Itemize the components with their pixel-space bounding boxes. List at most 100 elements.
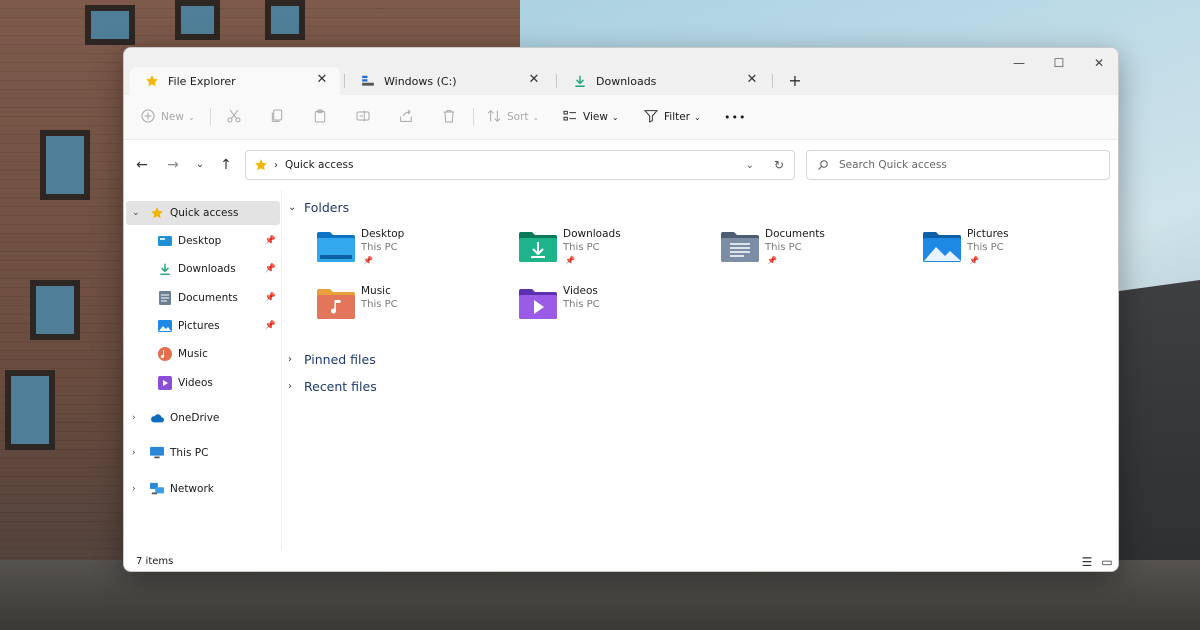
minimize-button[interactable]: — <box>999 52 1039 74</box>
chevron-down-icon: ⌄ <box>532 112 540 122</box>
close-button[interactable]: ✕ <box>1079 52 1118 74</box>
pin-icon[interactable]: 📌 <box>265 264 276 274</box>
desktop-folder-icon <box>317 232 355 262</box>
folder-tile-videos[interactable]: Videos This PC <box>518 285 718 329</box>
section-folders[interactable]: ⌄ Folders <box>288 200 349 215</box>
share-button[interactable] <box>398 106 414 128</box>
sidebar-item-label: Quick access <box>170 207 239 219</box>
star-icon <box>150 206 164 220</box>
pin-icon: 📌 <box>363 256 373 265</box>
rename-button[interactable] <box>355 106 371 128</box>
chevron-down-icon: ⌄ <box>187 112 195 122</box>
pin-icon[interactable]: 📌 <box>265 293 276 303</box>
new-button[interactable]: New ⌄ <box>140 106 195 128</box>
recent-locations-button[interactable]: ⌄ <box>190 155 210 175</box>
folder-tile-pictures[interactable]: Pictures This PC 📌 <box>922 228 1118 272</box>
tab-downloads[interactable]: Downloads ✕ <box>558 67 770 95</box>
sidebar-item-documents[interactable]: Documents 📌 <box>126 286 280 310</box>
chevron-right-icon[interactable]: › <box>132 484 136 494</box>
document-icon <box>158 291 172 305</box>
forward-button[interactable]: → <box>163 155 183 175</box>
filter-icon <box>643 108 659 127</box>
folder-tile-documents[interactable]: Documents This PC 📌 <box>720 228 920 272</box>
section-heading: Pinned files <box>304 352 376 367</box>
close-tab-icon[interactable]: ✕ <box>744 72 760 88</box>
search-input[interactable]: Search Quick access <box>806 150 1110 180</box>
paste-button[interactable] <box>312 106 328 128</box>
folder-location: This PC <box>361 242 398 253</box>
section-heading: Folders <box>304 200 350 215</box>
chevron-down-icon[interactable]: ⌄ <box>132 208 140 218</box>
pin-icon: 📌 <box>969 256 979 265</box>
delete-button[interactable] <box>441 106 457 128</box>
documents-folder-icon <box>721 232 759 262</box>
content-pane: ⌄ Folders Desktop This PC 📌 Downloads Th… <box>282 190 1118 550</box>
new-tab-button[interactable]: + <box>784 70 806 92</box>
sidebar-item-pictures[interactable]: Pictures 📌 <box>126 314 280 338</box>
chevron-down-icon: ⌄ <box>694 112 701 122</box>
background-window <box>5 370 55 450</box>
toolbar-divider <box>210 108 211 126</box>
back-button[interactable]: ← <box>132 155 152 175</box>
chevron-right-icon[interactable]: › <box>132 448 136 458</box>
background-window <box>85 5 135 45</box>
refresh-icon[interactable]: ↻ <box>774 158 784 172</box>
view-button[interactable]: View ⌄ <box>562 106 619 128</box>
copy-button[interactable] <box>269 106 285 128</box>
folder-tile-downloads[interactable]: Downloads This PC 📌 <box>518 228 718 272</box>
tab-divider <box>344 74 345 88</box>
folder-location: This PC <box>563 242 600 253</box>
plus-circle-icon <box>140 108 156 127</box>
close-tab-icon[interactable]: ✕ <box>526 72 542 88</box>
rename-icon <box>355 108 371 127</box>
sidebar-item-label: Network <box>170 483 214 495</box>
sidebar-item-network[interactable]: › Network <box>126 477 280 501</box>
new-label: New <box>161 111 184 123</box>
folder-name: Music <box>361 285 391 297</box>
chevron-right-icon: › <box>288 381 292 392</box>
close-tab-icon[interactable]: ✕ <box>314 72 330 88</box>
pin-icon: 📌 <box>767 256 777 265</box>
folder-location: This PC <box>361 299 398 310</box>
address-bar[interactable]: › Quick access ⌄ ↻ <box>245 150 795 180</box>
up-button[interactable]: ↑ <box>216 155 236 175</box>
pin-icon[interactable]: 📌 <box>265 236 276 246</box>
chevron-down-icon: ⌄ <box>288 202 297 213</box>
sidebar-item-this-pc[interactable]: › This PC <box>126 441 280 465</box>
details-view-button[interactable]: ☰ <box>1078 553 1096 571</box>
sidebar-item-quick-access[interactable]: ⌄ Quick access <box>126 201 280 225</box>
sidebar-item-onedrive[interactable]: › OneDrive <box>126 406 280 430</box>
breadcrumb[interactable]: Quick access <box>285 159 353 171</box>
chevron-down-icon[interactable]: ⌄ <box>746 160 754 171</box>
pin-icon[interactable]: 📌 <box>265 321 276 331</box>
sort-icon <box>486 108 502 127</box>
tab-label: Windows (C:) <box>384 74 457 88</box>
clipboard-icon <box>312 108 328 127</box>
sidebar-item-music[interactable]: Music <box>126 342 280 366</box>
maximize-button[interactable]: ☐ <box>1039 52 1079 74</box>
tab-windows-c[interactable]: Windows (C:) ✕ <box>346 67 552 95</box>
tab-label: File Explorer <box>168 74 236 88</box>
sidebar-item-videos[interactable]: Videos <box>126 371 280 395</box>
filter-button[interactable]: Filter ⌄ <box>643 106 701 128</box>
sort-button[interactable]: Sort ⌄ <box>486 106 539 128</box>
chevron-right-icon[interactable]: › <box>132 413 136 423</box>
sidebar-item-label: Documents <box>178 292 238 304</box>
network-icon <box>150 482 164 496</box>
star-icon <box>254 158 268 172</box>
title-bar: File Explorer ✕ Windows (C:) ✕ Downloads… <box>124 48 1118 95</box>
folder-name: Pictures <box>967 228 1009 240</box>
folder-tile-desktop[interactable]: Desktop This PC 📌 <box>316 228 516 272</box>
sidebar-item-desktop[interactable]: Desktop 📌 <box>126 229 280 253</box>
section-recent-files[interactable]: › Recent files <box>288 379 377 394</box>
folder-location: This PC <box>967 242 1004 253</box>
cut-button[interactable] <box>226 106 242 128</box>
section-pinned-files[interactable]: › Pinned files <box>288 352 376 367</box>
folder-tile-music[interactable]: Music This PC <box>316 285 516 329</box>
sidebar-item-downloads[interactable]: Downloads 📌 <box>126 257 280 281</box>
background-window <box>40 130 90 200</box>
large-icons-view-button[interactable]: ▭ <box>1098 553 1116 571</box>
more-options-button[interactable]: ••• <box>724 106 746 128</box>
tab-file-explorer[interactable]: File Explorer ✕ <box>130 67 340 95</box>
picture-icon <box>158 319 172 333</box>
